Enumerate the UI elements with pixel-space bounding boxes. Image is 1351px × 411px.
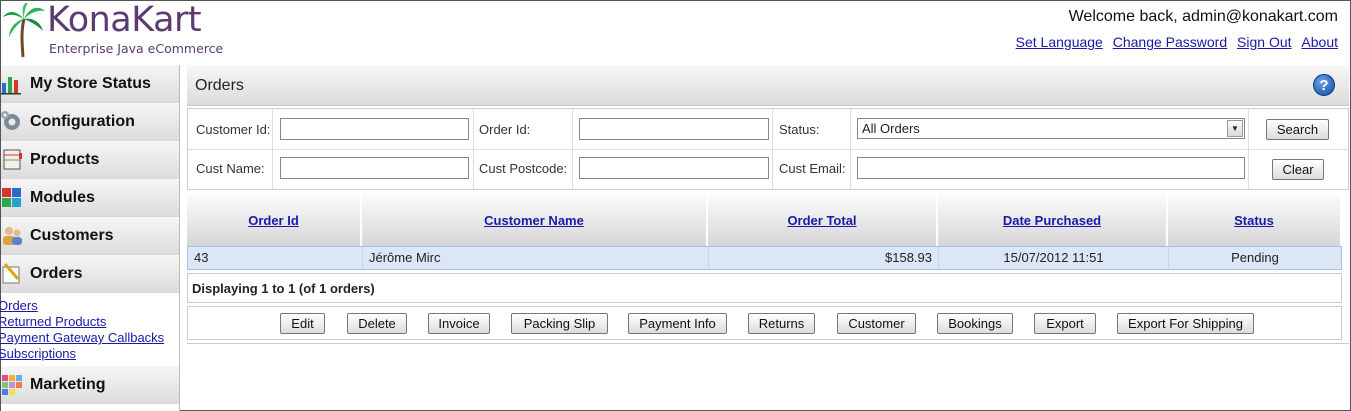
orders-table: Order Id Customer Name Order Total Date …: [187, 194, 1342, 340]
invoice-button[interactable]: Invoice: [428, 313, 490, 334]
welcome-message: Welcome back, admin@konakart.com: [1068, 8, 1338, 25]
sublink-orders[interactable]: Orders: [0, 298, 179, 314]
payment-info-button[interactable]: Payment Info: [628, 313, 727, 334]
cust-name-label: Cust Name:: [196, 161, 265, 176]
sort-order-total-link[interactable]: Order Total: [787, 213, 856, 228]
cust-email-label: Cust Email:: [779, 161, 846, 176]
export-button[interactable]: Export: [1034, 313, 1096, 334]
cell-order-total: $158.93: [709, 247, 939, 269]
status-select-value: All Orders: [862, 121, 920, 136]
sidebar-item-configuration[interactable]: Configuration: [1, 103, 179, 141]
export-for-shipping-button[interactable]: Export For Shipping: [1117, 313, 1254, 334]
header-links: Set Language Change Password Sign Out Ab…: [1010, 34, 1338, 50]
palm-tree-icon: [3, 3, 45, 58]
cell-order-id: 43: [188, 247, 363, 269]
sidebar: My Store Status Configuration Products M…: [0, 65, 180, 411]
main-content: Orders ? Customer Id: Order Id: Status: …: [187, 65, 1349, 411]
divider: [187, 343, 1349, 344]
column-header-order-id: Order Id: [187, 194, 362, 246]
delete-button[interactable]: Delete: [347, 313, 407, 334]
sidebar-item-customers[interactable]: Customers: [1, 217, 179, 255]
title-bar: Orders ?: [187, 65, 1349, 106]
column-header-date-purchased: Date Purchased: [938, 194, 1168, 246]
returns-button[interactable]: Returns: [748, 313, 815, 334]
sidebar-item-label: Marketing: [30, 376, 106, 393]
colorful-grid-icon: [2, 375, 22, 395]
users-icon: [3, 227, 22, 245]
sort-date-purchased-link[interactable]: Date Purchased: [1003, 213, 1101, 228]
customer-id-input[interactable]: [280, 118, 469, 140]
search-panel: Customer Id: Order Id: Status: All Order…: [187, 108, 1349, 190]
sidebar-item-orders[interactable]: Orders: [1, 255, 179, 293]
change-password-link[interactable]: Change Password: [1113, 34, 1227, 50]
sidebar-item-label: Configuration: [30, 113, 135, 130]
status-select[interactable]: All Orders ▼: [857, 118, 1245, 139]
order-id-label: Order Id:: [479, 122, 531, 137]
help-icon[interactable]: ?: [1313, 74, 1335, 96]
packing-slip-button[interactable]: Packing Slip: [511, 313, 608, 334]
about-link[interactable]: About: [1301, 34, 1338, 50]
column-header-customer-name: Customer Name: [362, 194, 708, 246]
table-row[interactable]: 43 Jérôme Mirc $158.93 15/07/2012 11:51 …: [187, 246, 1342, 270]
status-label: Status:: [779, 122, 820, 137]
logo-brand-text: KonaKart: [47, 0, 202, 40]
pagination-info: Displaying 1 to 1 (of 1 orders): [187, 273, 1342, 303]
gears-icon: [1, 111, 20, 130]
cell-customer-name: Jérôme Mirc: [363, 247, 709, 269]
column-header-order-total: Order Total: [708, 194, 938, 246]
cell-date-purchased: 15/07/2012 11:51: [939, 247, 1169, 269]
sort-status-link[interactable]: Status: [1234, 213, 1274, 228]
konakart-logo[interactable]: KonaKart Enterprise Java eCommerce: [3, 0, 233, 59]
bar-chart-icon: [1, 77, 21, 95]
clear-button[interactable]: Clear: [1272, 159, 1324, 180]
customer-id-label: Customer Id:: [196, 122, 271, 137]
header: KonaKart Enterprise Java eCommerce Welco…: [1, 0, 1350, 63]
set-language-link[interactable]: Set Language: [1016, 34, 1103, 50]
edit-button[interactable]: Edit: [280, 313, 325, 334]
sidebar-item-marketing[interactable]: Marketing: [1, 366, 179, 404]
cust-postcode-input[interactable]: [579, 157, 769, 179]
sign-out-link[interactable]: Sign Out: [1237, 34, 1291, 50]
sublink-returned-products[interactable]: Returned Products: [0, 314, 179, 330]
sidebar-item-my-store-status[interactable]: My Store Status: [1, 65, 179, 103]
sidebar-item-label: Orders: [30, 265, 83, 282]
cust-name-input[interactable]: [280, 157, 469, 179]
sublink-subscriptions[interactable]: Subscriptions: [0, 346, 179, 362]
sublink-payment-gateway-callbacks[interactable]: Payment Gateway Callbacks: [0, 330, 179, 346]
chevron-down-icon: ▼: [1227, 120, 1243, 137]
action-bar: Edit Delete Invoice Packing Slip Payment…: [187, 306, 1342, 340]
search-button[interactable]: Search: [1266, 119, 1329, 140]
order-id-input[interactable]: [579, 118, 769, 140]
bookings-button[interactable]: Bookings: [937, 313, 1013, 334]
notebook-icon: [3, 149, 22, 170]
sidebar-item-label: Customers: [30, 227, 114, 244]
sort-customer-name-link[interactable]: Customer Name: [484, 213, 584, 228]
table-header: Order Id Customer Name Order Total Date …: [187, 194, 1342, 246]
orders-sublinks: Orders Returned Products Payment Gateway…: [0, 293, 179, 366]
sidebar-item-modules[interactable]: Modules: [1, 179, 179, 217]
sort-order-id-link[interactable]: Order Id: [248, 213, 299, 228]
page-title: Orders: [195, 77, 244, 94]
sidebar-item-label: Modules: [30, 189, 95, 206]
pencil-paper-icon: [2, 263, 20, 284]
sidebar-item-products[interactable]: Products: [1, 141, 179, 179]
sidebar-item-label: My Store Status: [30, 75, 151, 92]
cust-email-input[interactable]: [857, 157, 1245, 179]
customer-button[interactable]: Customer: [837, 313, 916, 334]
column-header-status: Status: [1168, 194, 1340, 246]
blocks-icon: [2, 188, 21, 207]
cell-status: Pending: [1231, 250, 1279, 265]
sidebar-item-label: Products: [30, 151, 100, 168]
logo-tagline: Enterprise Java eCommerce: [49, 41, 224, 56]
cust-postcode-label: Cust Postcode:: [479, 161, 568, 176]
